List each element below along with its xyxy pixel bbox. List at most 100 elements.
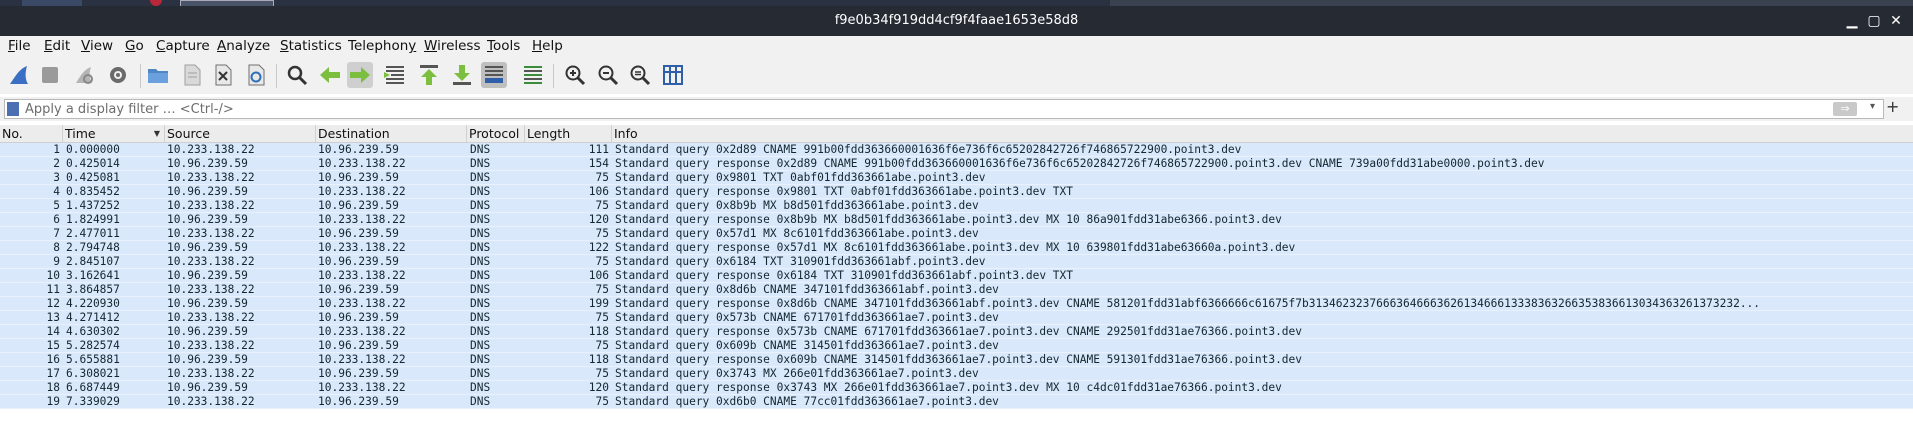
cell-destination: 10.233.138.22 — [318, 269, 406, 282]
resize-columns-icon[interactable] — [660, 62, 686, 88]
add-filter-button-icon[interactable]: + — [1886, 97, 1899, 116]
menu-capture[interactable]: Capture — [156, 38, 210, 54]
filter-bookmark-icon[interactable] — [7, 102, 19, 116]
cell-source: 10.233.138.22 — [167, 283, 255, 296]
table-row[interactable]: 10 3.162641 10.96.239.59 10.233.138.22 DNS 10… — [0, 269, 1913, 283]
table-row[interactable]: 1 0.000000 10.233.138.22 10.96.239.59 DNS 111… — [0, 143, 1913, 157]
cell-time: 0.835452 — [66, 185, 120, 198]
table-row[interactable]: 3 0.425081 10.233.138.22 10.96.239.59 DNS 75 S… — [0, 171, 1913, 185]
cell-time: 5.655881 — [66, 353, 120, 366]
column-header-protocol[interactable]: Protocol — [467, 125, 525, 142]
table-row[interactable]: 4 0.835452 10.96.239.59 10.233.138.22 DNS 106… — [0, 185, 1913, 199]
cell-length: 154 — [588, 157, 609, 170]
close-icon[interactable]: ✕ — [1886, 12, 1906, 30]
table-row[interactable]: 16 5.655881 10.96.239.59 10.233.138.22 DNS 11… — [0, 353, 1913, 367]
zoom-normal-icon[interactable] — [627, 62, 653, 88]
display-filter-input[interactable] — [25, 100, 1825, 118]
cell-source: 10.96.239.59 — [167, 325, 248, 338]
toolbar-separator — [553, 64, 554, 88]
cell-no: 8 — [53, 241, 60, 254]
cell-no: 15 — [46, 339, 60, 352]
cell-time: 3.864857 — [66, 283, 120, 296]
zoom-out-icon[interactable] — [595, 62, 621, 88]
cell-info: Standard query response 0x8d6b CNAME 347… — [615, 297, 1761, 310]
cell-time: 0.425081 — [66, 171, 120, 184]
cell-destination: 10.96.239.59 — [318, 395, 399, 408]
cell-info: Standard query 0x9801 TXT 0abf01fdd36366… — [615, 171, 986, 184]
shark-fin-start-icon[interactable] — [6, 62, 32, 88]
filter-history-dropdown-icon[interactable]: ▾ — [1870, 101, 1875, 112]
reload-file-icon[interactable] — [243, 62, 269, 88]
restart-capture-icon[interactable] — [71, 62, 97, 88]
cell-time: 5.282574 — [66, 339, 120, 352]
cell-length: 118 — [588, 325, 609, 338]
table-row[interactable]: 6 1.824991 10.96.239.59 10.233.138.22 DNS 120… — [0, 213, 1913, 227]
apply-filter-arrow-icon[interactable]: ⇒ — [1833, 102, 1857, 116]
packet-list[interactable]: No. Time ▼ Source Destination Protocol Le… — [0, 125, 1913, 423]
cell-destination: 10.233.138.22 — [318, 297, 406, 310]
cell-time: 3.162641 — [66, 269, 120, 282]
cell-info: Standard query response 0x6184 TXT 31090… — [615, 269, 1074, 282]
table-row[interactable]: 5 1.437252 10.233.138.22 10.96.239.59 DNS 75 S… — [0, 199, 1913, 213]
cell-length: 75 — [595, 255, 609, 268]
minimize-icon[interactable]: ▁ — [1842, 12, 1862, 30]
packet-rows: 1 0.000000 10.233.138.22 10.96.239.59 DNS 111… — [0, 143, 1913, 409]
title-bar: f9e0b34f919dd4cf9f4faae1653e58d8 ▁ ▢ ✕ — [0, 6, 1913, 36]
table-row[interactable]: 8 2.794748 10.96.239.59 10.233.138.22 DNS 122… — [0, 241, 1913, 255]
restore-icon[interactable]: ▢ — [1864, 12, 1884, 30]
menu-edit[interactable]: Edit — [44, 38, 70, 54]
menu-analyze[interactable]: Analyze — [217, 38, 270, 54]
cell-info: Standard query 0x573b CNAME 671701fdd363… — [615, 311, 999, 324]
stop-capture-icon[interactable] — [37, 62, 63, 88]
go-forward-arrow-icon[interactable] — [347, 62, 373, 88]
cell-no: 1 — [53, 143, 60, 156]
menu-wireless[interactable]: Wireless — [424, 38, 481, 54]
close-file-icon[interactable] — [210, 62, 236, 88]
column-header-destination[interactable]: Destination — [316, 125, 467, 142]
column-header-no[interactable]: No. — [0, 125, 63, 142]
go-first-packet-icon[interactable] — [416, 62, 442, 88]
open-file-folder-icon[interactable] — [145, 62, 171, 88]
column-header-info[interactable]: Info — [612, 125, 1913, 142]
auto-scroll-icon[interactable] — [481, 62, 507, 88]
colorize-icon[interactable] — [520, 62, 546, 88]
cell-length: 75 — [595, 171, 609, 184]
column-header-source[interactable]: Source — [165, 125, 316, 142]
cell-protocol: DNS — [470, 143, 491, 156]
menu-statistics[interactable]: Statistics — [280, 38, 342, 54]
go-last-packet-icon[interactable] — [449, 62, 475, 88]
menu-file[interactable]: File — [8, 38, 31, 54]
cell-info: Standard query 0x57d1 MX 8c6101fdd363661… — [615, 227, 979, 240]
go-back-arrow-icon[interactable] — [317, 62, 343, 88]
table-row[interactable]: 11 3.864857 10.233.138.22 10.96.239.59 DNS 75… — [0, 283, 1913, 297]
cell-info: Standard query response 0x57d1 MX 8c6101… — [615, 241, 1296, 254]
table-row[interactable]: 17 6.308021 10.233.138.22 10.96.239.59 DNS 75… — [0, 367, 1913, 381]
column-header-time[interactable]: Time ▼ — [63, 125, 165, 142]
table-row[interactable]: 2 0.425014 10.96.239.59 10.233.138.22 DNS 154… — [0, 157, 1913, 171]
go-to-packet-icon[interactable] — [382, 62, 408, 88]
menu-tools[interactable]: Tools — [487, 38, 520, 54]
menu-help[interactable]: Help — [532, 38, 563, 54]
cell-no: 4 — [53, 185, 60, 198]
menu-go[interactable]: Go — [125, 38, 144, 54]
table-row[interactable]: 9 2.845107 10.233.138.22 10.96.239.59 DNS 75 S… — [0, 255, 1913, 269]
table-row[interactable]: 14 4.630302 10.96.239.59 10.233.138.22 DNS 11… — [0, 325, 1913, 339]
table-row[interactable]: 15 5.282574 10.233.138.22 10.96.239.59 DNS 75… — [0, 339, 1913, 353]
table-row[interactable]: 19 7.339029 10.233.138.22 10.96.239.59 DNS 75… — [0, 395, 1913, 409]
cell-length: 75 — [595, 367, 609, 380]
column-header-length[interactable]: Length — [525, 125, 612, 142]
table-row[interactable]: 7 2.477011 10.233.138.22 10.96.239.59 DNS 75 S… — [0, 227, 1913, 241]
zoom-in-icon[interactable] — [562, 62, 588, 88]
table-row[interactable]: 13 4.271412 10.233.138.22 10.96.239.59 DNS 75… — [0, 311, 1913, 325]
cell-destination: 10.96.239.59 — [318, 171, 399, 184]
capture-options-gear-icon[interactable] — [105, 62, 131, 88]
menu-view[interactable]: View — [81, 38, 113, 54]
save-file-icon[interactable] — [179, 62, 205, 88]
menu-telephony[interactable]: Telephony — [348, 38, 416, 54]
find-packet-icon[interactable] — [284, 62, 310, 88]
cell-destination: 10.96.239.59 — [318, 339, 399, 352]
table-row[interactable]: 12 4.220930 10.96.239.59 10.233.138.22 DNS 19… — [0, 297, 1913, 311]
sort-descending-icon: ▼ — [153, 129, 160, 138]
cell-time: 2.845107 — [66, 255, 120, 268]
table-row[interactable]: 18 6.687449 10.96.239.59 10.233.138.22 DNS 12… — [0, 381, 1913, 395]
